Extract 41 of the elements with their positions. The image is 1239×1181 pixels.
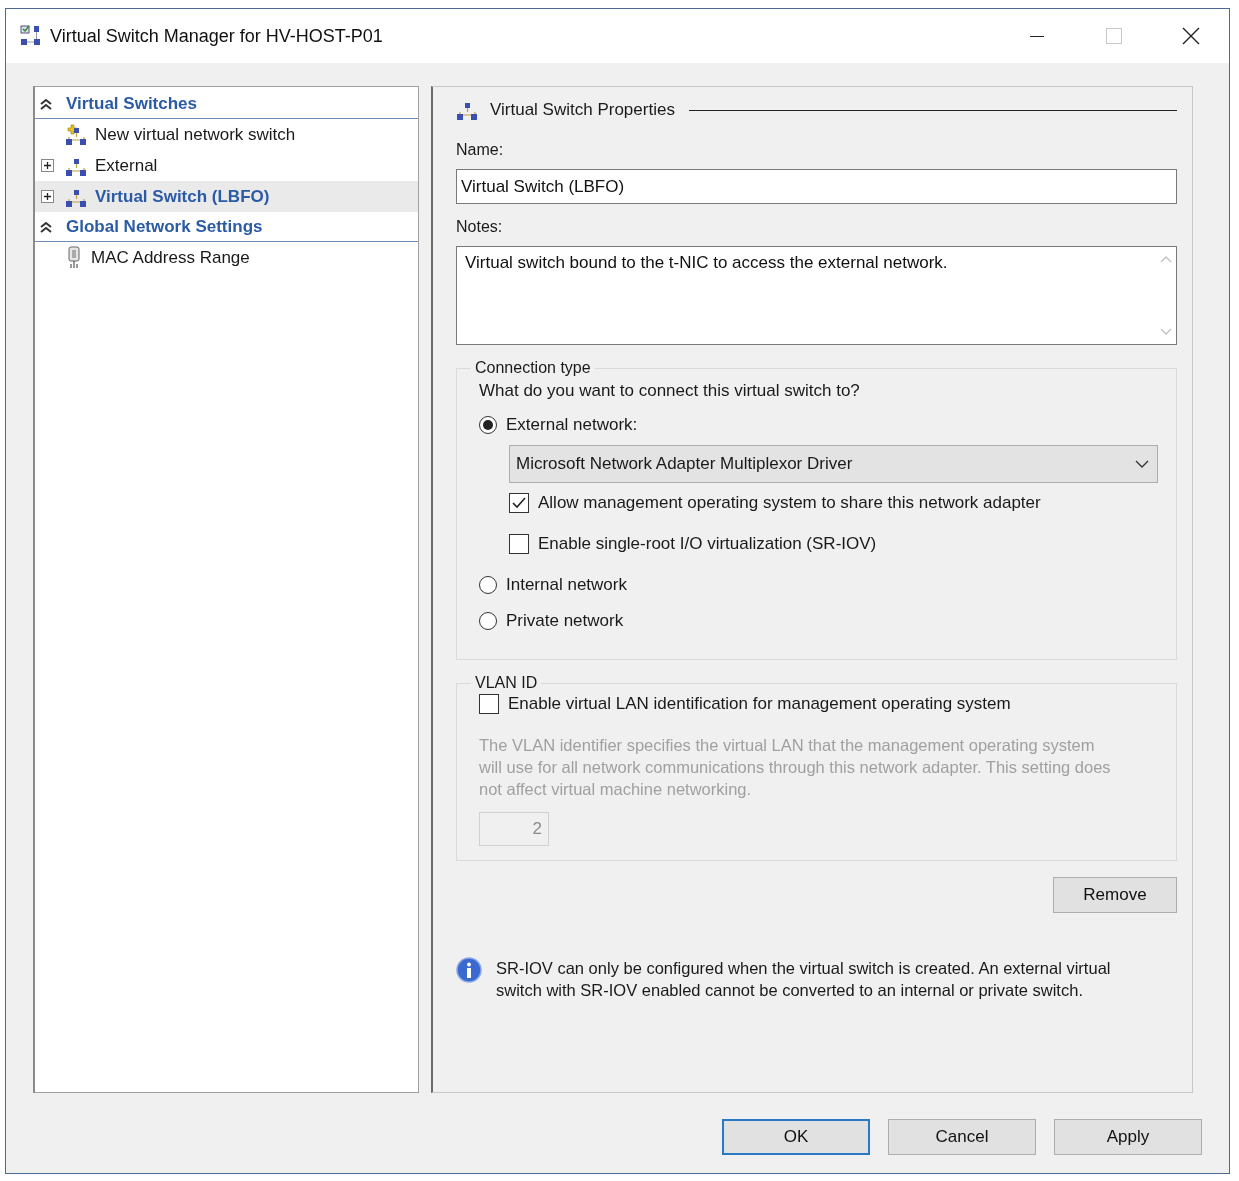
radio-option[interactable]: Internal network [479, 573, 1158, 597]
close-icon[interactable] [1181, 27, 1200, 45]
radio-option[interactable]: External network: [479, 413, 1158, 437]
tree-item[interactable]: Virtual Switch (LBFO) [35, 181, 418, 212]
radio-button[interactable] [479, 612, 497, 630]
radio-button[interactable] [479, 416, 497, 434]
collapse-icon[interactable] [40, 220, 52, 233]
name-field[interactable]: Virtual Switch (LBFO) [456, 169, 1177, 204]
collapse-icon[interactable] [40, 97, 52, 110]
description-text: The VLAN identifier specifies the virtual LAN that the management operating system will use for all network communications through this network adapter. This setting does not affect virtual machine networking. [479, 735, 1112, 800]
question-text: What do you want to connect this virtual switch to? [479, 381, 861, 401]
dropdown-caret-icon [1135, 460, 1149, 468]
info-text: SR-IOV can only be configured when the virtual switch is created. An external virtual switch with SR-IOV enabled cannot be converted to an internal or private switch. [496, 958, 1112, 1001]
section-title: Virtual Switch Properties [490, 100, 675, 120]
app-icon [20, 25, 42, 47]
checkbox-label[interactable]: Enable single-root I/O virtualization (SR-IOV) [538, 534, 877, 554]
tree-section-header[interactable]: Virtual Switches [35, 89, 418, 119]
remove-button[interactable]: Remove [1053, 877, 1177, 913]
tree-item[interactable]: External [35, 150, 418, 181]
checkbox[interactable] [509, 493, 529, 513]
checkbox[interactable] [509, 534, 529, 554]
group-label: Connection type [474, 359, 592, 377]
plus-box-icon[interactable] [41, 158, 54, 172]
info-icon [456, 957, 482, 983]
radio-option[interactable]: Private network [479, 609, 1158, 633]
dialog-button[interactable]: Apply [1054, 1119, 1202, 1155]
radio-button[interactable] [479, 576, 497, 594]
dialog-button[interactable]: OK [722, 1119, 870, 1155]
field-label: Name: [456, 141, 505, 159]
tree-section-header[interactable]: Global Network Settings [35, 212, 418, 242]
group-label: VLAN ID [474, 674, 539, 692]
window-title: Virtual Switch Manager for HV-HOST-P01 [50, 25, 384, 47]
tree-item[interactable]: New virtual network switch [35, 119, 418, 150]
field-label: Notes: [456, 218, 504, 236]
network-plug-icon [65, 245, 83, 270]
dialog-button[interactable]: Cancel [888, 1119, 1036, 1155]
adapter-dropdown[interactable]: Microsoft Network Adapter Multiplexor Driver [509, 445, 1158, 483]
tree-item[interactable]: MAC Address Range [35, 242, 418, 273]
plus-box-icon[interactable] [41, 189, 54, 203]
new-switch-icon [65, 123, 87, 146]
checkbox-label[interactable]: Allow management operating system to share this network adapter [538, 493, 1041, 513]
